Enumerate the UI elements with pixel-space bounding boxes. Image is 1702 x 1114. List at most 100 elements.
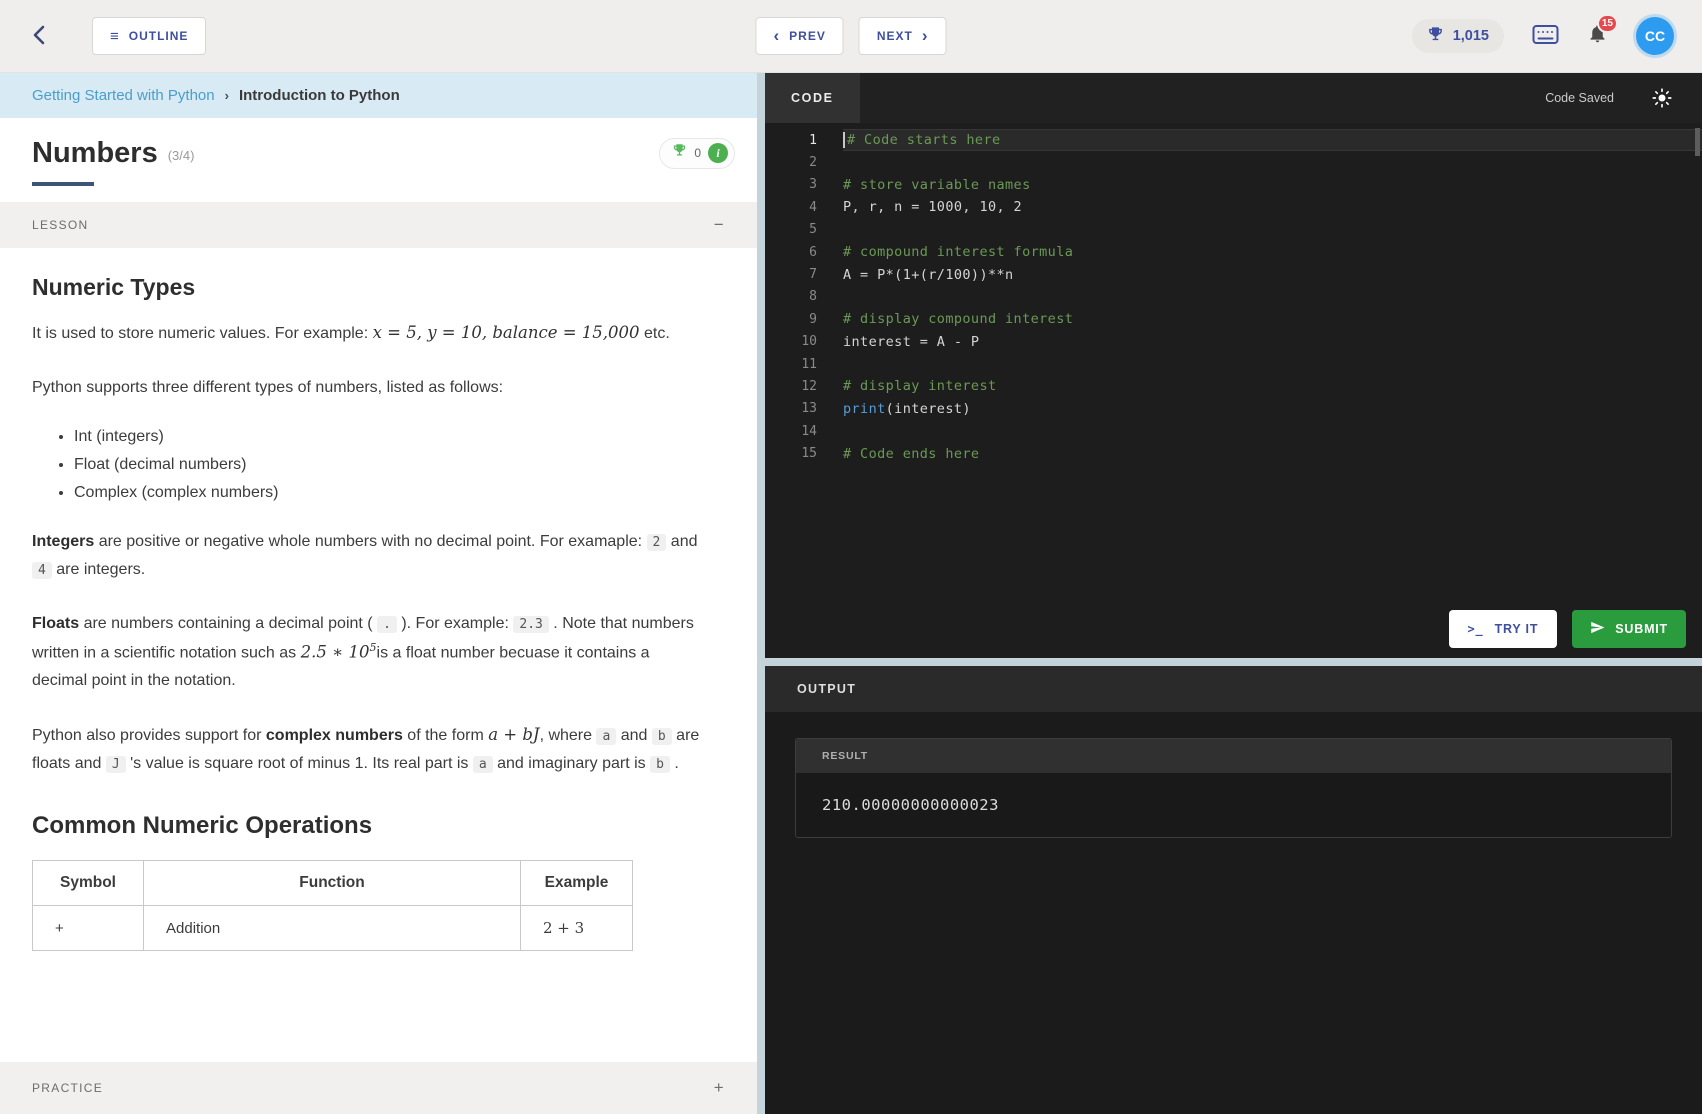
breadcrumb: Getting Started with Python › Introducti… [0, 73, 757, 118]
output-header: OUTPUT [765, 666, 1702, 712]
code-header: CODE Code Saved [765, 73, 1702, 123]
breadcrumb-current: Introduction to Python [238, 87, 400, 104]
back-button[interactable] [28, 23, 52, 50]
code-line[interactable]: 11 [765, 353, 1702, 375]
code-line[interactable]: 2 [765, 151, 1702, 173]
table-header-function: Function [143, 860, 521, 907]
lesson-score-pill[interactable]: 0 i [659, 137, 735, 169]
math-expression: x = 5, y = 10, balance = 15,000 [372, 322, 640, 342]
next-button-label: NEXT [876, 29, 913, 43]
code-area: CODE Code Saved 1 # Code starts here 2 3 #… [765, 73, 1702, 658]
code-line[interactable]: 8 [765, 286, 1702, 308]
topbar: ≡ OUTLINE ‹ PREV NEXT › 1,015 15 CC [0, 0, 1702, 73]
vertical-splitter[interactable] [757, 73, 765, 1114]
inline-code: a [596, 728, 617, 746]
math-superscript: 5 [369, 640, 377, 654]
numeric-operations-table: Symbol Function Example + Addition 2 + 3 [32, 860, 633, 952]
notification-badge: 15 [1596, 14, 1618, 33]
trophy-icon [672, 143, 687, 163]
result-label: RESULT [796, 739, 1671, 773]
inline-code: 4 [32, 561, 52, 579]
result-value: 210.00000000000023 [796, 773, 1671, 837]
code-editor[interactable]: 1 # Code starts here 2 3 # store variable … [765, 123, 1702, 658]
math-expression: a + bJ [488, 725, 540, 745]
sun-icon [1652, 88, 1672, 108]
table-cell-function: Addition [143, 905, 521, 952]
bell-icon [1587, 25, 1608, 49]
inline-code: a [472, 756, 493, 774]
points-pill[interactable]: 1,015 [1411, 19, 1504, 53]
notifications-button[interactable]: 15 [1587, 14, 1618, 50]
lesson-trophy-count: 0 [694, 146, 701, 161]
info-icon[interactable]: i [708, 143, 728, 164]
code-line[interactable]: 1 # Code starts here [765, 129, 1702, 152]
table-cell-example: 2 + 3 [520, 905, 633, 952]
keyboard-button[interactable] [1532, 24, 1559, 48]
hamburger-icon: ≡ [110, 27, 120, 45]
math-expression: 2.5 ∗ 10 [300, 642, 370, 662]
list-item: Int (integers) [74, 428, 703, 446]
outline-button-label: OUTLINE [128, 29, 189, 43]
theme-toggle-button[interactable] [1652, 88, 1672, 108]
expand-icon[interactable]: + [714, 1078, 725, 1098]
lesson-section-label: LESSON [32, 217, 89, 232]
terminal-prompt-icon: >_ [1467, 622, 1484, 636]
code-line[interactable]: 10 interest = A - P [765, 331, 1702, 353]
lesson-content: Numeric Types It is used to store numeri… [0, 248, 757, 1114]
next-button[interactable]: NEXT › [858, 17, 947, 55]
code-line[interactable]: 6 # compound interest formula [765, 241, 1702, 263]
page-progress: (3/4) [167, 147, 195, 163]
outline-button[interactable]: ≡ OUTLINE [92, 17, 207, 55]
operations-heading: Common Numeric Operations [32, 812, 373, 840]
prev-button-label: PREV [789, 29, 826, 43]
output-title: OUTPUT [797, 682, 857, 696]
lesson-paragraph: Floats are numbers containing a decimal … [32, 614, 694, 690]
breadcrumb-course-link[interactable]: Getting Started with Python [32, 87, 215, 104]
prev-button[interactable]: ‹ PREV [755, 17, 844, 55]
text-cursor [843, 132, 845, 149]
code-line[interactable]: 13 print (interest) [765, 398, 1702, 420]
inline-code: J [105, 756, 126, 774]
result-card: RESULT 210.00000000000023 [795, 738, 1672, 838]
practice-section-header[interactable]: PRACTICE + [0, 1062, 757, 1114]
editor-scrollbar[interactable] [1695, 128, 1700, 156]
table-row: + Addition 2 + 3 [32, 905, 633, 952]
list-item: Complex (complex numbers) [74, 484, 703, 502]
try-it-button-label: TRY IT [1494, 622, 1539, 636]
submit-button[interactable]: SUBMIT [1572, 610, 1686, 648]
points-count: 1,015 [1452, 28, 1489, 44]
lesson-section-header[interactable]: LESSON − [0, 201, 757, 248]
inline-code: 2.3 [513, 615, 549, 633]
lesson-paragraph: Python also provides support for complex… [32, 725, 700, 774]
code-line[interactable]: 15 # Code ends here [765, 442, 1702, 464]
try-it-button[interactable]: >_ TRY IT [1448, 610, 1558, 648]
code-output-panel: CODE Code Saved 1 # Code starts here 2 3 #… [765, 73, 1702, 1114]
keyboard-icon [1532, 24, 1559, 48]
lesson-heading: Numeric Types [32, 273, 196, 300]
code-line[interactable]: 4 P, r, n = 1000, 10, 2 [765, 196, 1702, 218]
tab-code[interactable]: CODE [765, 73, 860, 123]
code-line[interactable]: 14 [765, 420, 1702, 442]
collapse-icon[interactable]: − [714, 215, 725, 235]
horizontal-splitter[interactable] [765, 658, 1702, 666]
avatar[interactable]: CC [1636, 17, 1674, 55]
table-header-example: Example [520, 860, 633, 907]
code-line[interactable]: 3 # store variable names [765, 174, 1702, 196]
code-line[interactable]: 12 # display interest [765, 375, 1702, 397]
code-saved-status: Code Saved [1545, 91, 1614, 105]
chevron-left-icon: ‹ [773, 25, 781, 45]
code-line[interactable]: 5 [765, 219, 1702, 241]
lesson-paragraph: It is used to store numeric values. For … [32, 322, 670, 342]
inline-code: b [650, 756, 670, 774]
chevron-right-icon: › [224, 88, 229, 103]
send-icon [1590, 620, 1605, 638]
table-cell-symbol: + [32, 905, 144, 952]
practice-section-label: PRACTICE [32, 1081, 104, 1095]
trophy-icon [1427, 26, 1444, 47]
title-underline [32, 181, 94, 186]
code-line[interactable]: 9 # display compound interest [765, 308, 1702, 330]
submit-button-label: SUBMIT [1615, 622, 1668, 636]
code-line[interactable]: 7A = P*(1+(r/100))**n [765, 263, 1702, 285]
list-item: Float (decimal numbers) [74, 456, 703, 474]
lesson-panel: Getting Started with Python › Introducti… [0, 73, 757, 1114]
